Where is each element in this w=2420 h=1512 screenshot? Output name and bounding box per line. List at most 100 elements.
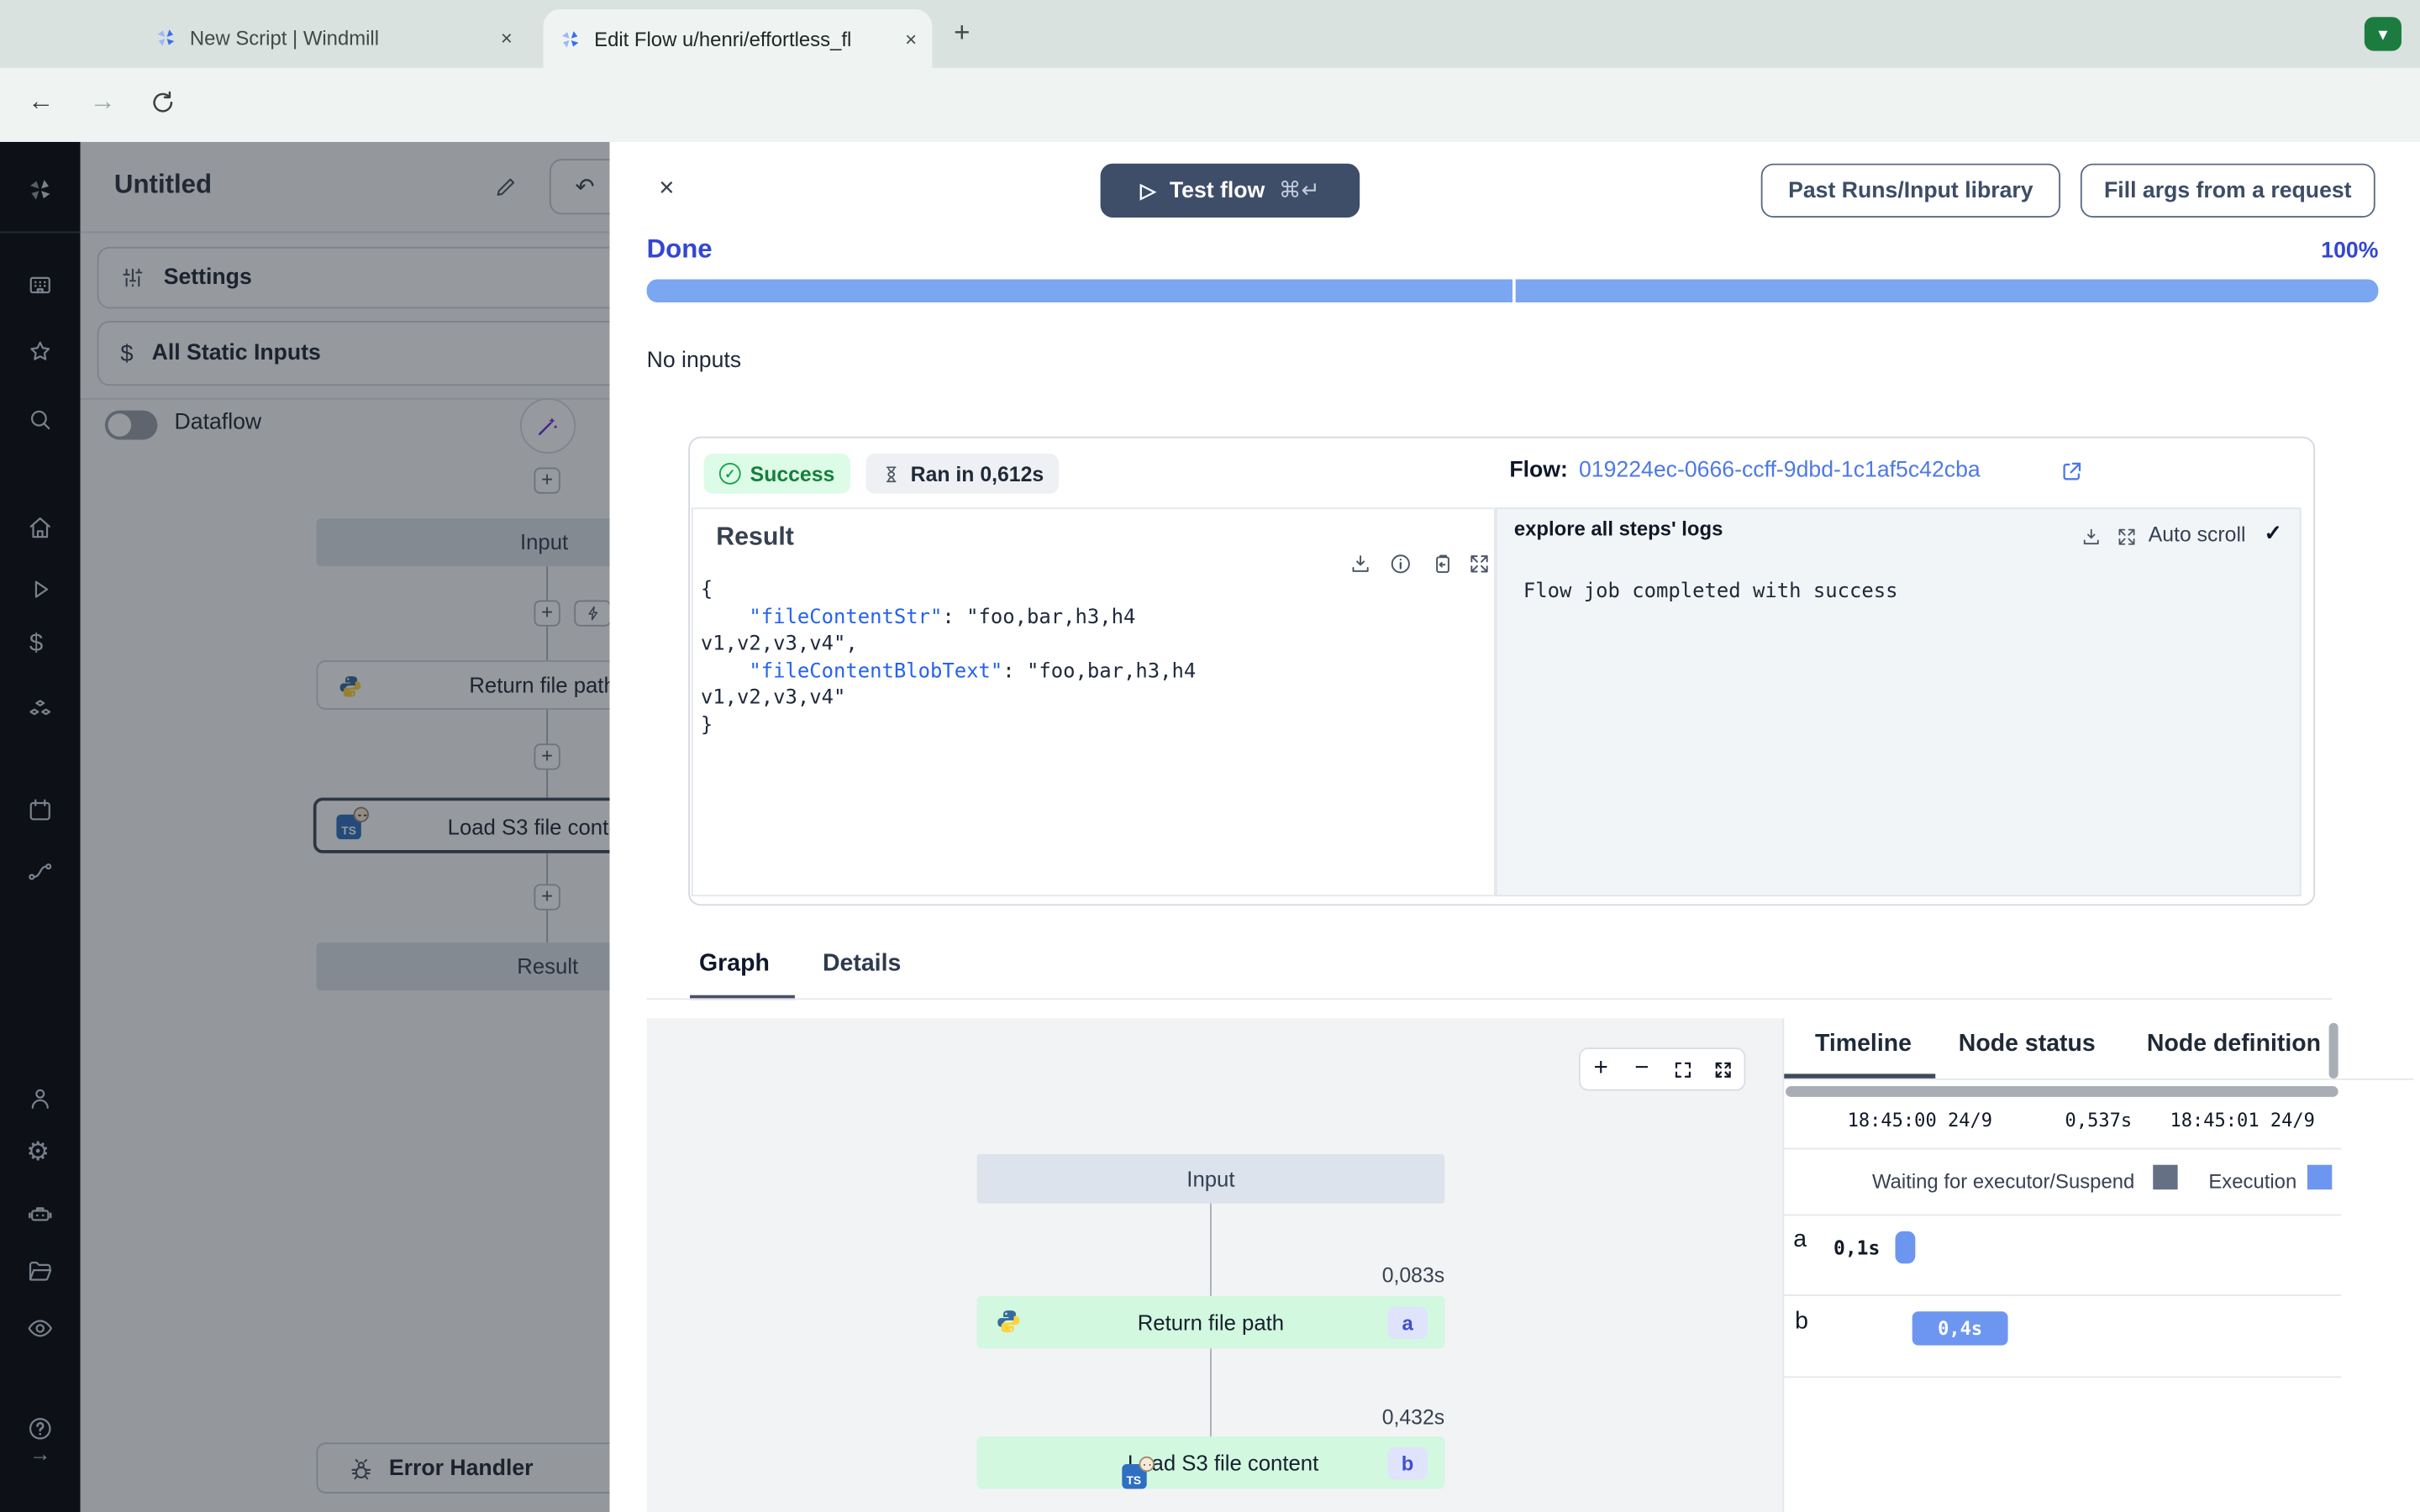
json-key: "fileContentStr" bbox=[749, 605, 943, 629]
divider bbox=[1784, 1294, 2342, 1296]
workers-robot-icon[interactable] bbox=[26, 1200, 54, 1228]
graph-step-a-label: Return file path bbox=[1137, 1310, 1285, 1335]
json-value: : "foo,bar,h3,h4 bbox=[942, 605, 1136, 629]
test-flow-label: Test flow bbox=[1169, 178, 1265, 203]
close-drawer-button[interactable]: × bbox=[659, 173, 674, 204]
browser-toolbar: ← → app.windmill.dev/flows/edit/u/henri/… bbox=[0, 67, 2420, 197]
result-json: { "fileContentStr": "foo,bar,h3,h4 v1,v2,… bbox=[701, 577, 1196, 739]
progress-step-divider bbox=[1512, 279, 1516, 302]
step-a-id-badge: a bbox=[1387, 1306, 1428, 1340]
graph-zoom-controls: + − bbox=[1578, 1047, 1746, 1091]
fit-view-button[interactable] bbox=[1662, 1049, 1703, 1089]
timeline-scrollbar-horizontal[interactable] bbox=[1786, 1086, 2338, 1097]
tab-details[interactable]: Details bbox=[823, 950, 901, 978]
autoscroll-checkbox[interactable]: ✓ bbox=[2264, 520, 2282, 546]
forward-button[interactable]: → bbox=[90, 87, 116, 118]
timeline-start-time: 18:45:00 24/9 bbox=[1847, 1109, 1993, 1131]
zoom-in-button[interactable]: + bbox=[1581, 1049, 1622, 1089]
graph-step-a-node[interactable]: Return file path a bbox=[976, 1295, 1445, 1349]
play-icon: ▷ bbox=[1139, 178, 1156, 202]
windmill-favicon bbox=[561, 30, 579, 47]
json-brace: } bbox=[700, 713, 713, 738]
users-person-icon[interactable] bbox=[26, 1084, 54, 1112]
viewport: New Script | Windmill × Edit Flow u/henr… bbox=[0, 0, 2420, 1512]
result-panel: Result { "fileContentStr": "foo,bar,h3,h… bbox=[691, 507, 1496, 897]
legend-waiting-label: Waiting for executor/Suspend bbox=[1871, 1169, 2135, 1193]
divider bbox=[1784, 1078, 2414, 1080]
settings-gear-icon[interactable]: ⚙ bbox=[26, 1137, 50, 1168]
success-badge: ✓ Success bbox=[703, 453, 850, 494]
back-button[interactable]: ← bbox=[28, 87, 54, 118]
graph-input-node[interactable]: Input bbox=[976, 1153, 1445, 1204]
logs-content: Flow job completed with success bbox=[1523, 580, 1898, 604]
graph-edge bbox=[1209, 1203, 1212, 1296]
workspace-icon[interactable] bbox=[26, 271, 54, 299]
home-icon[interactable] bbox=[26, 514, 54, 542]
divider bbox=[1784, 1147, 2342, 1150]
download-result-icon[interactable] bbox=[1349, 553, 1372, 576]
info-icon[interactable] bbox=[1389, 553, 1413, 576]
refresh-button[interactable] bbox=[148, 88, 177, 118]
external-link-icon[interactable] bbox=[2060, 459, 2084, 483]
resources-cubes-icon[interactable] bbox=[26, 697, 54, 725]
search-icon[interactable] bbox=[26, 406, 54, 433]
tab-timeline[interactable]: Timeline bbox=[1815, 1031, 1912, 1058]
browser-tab-new-script[interactable]: New Script | Windmill × bbox=[139, 13, 528, 62]
tab-node-definition[interactable]: Node definition bbox=[2147, 1031, 2321, 1058]
shortcut-hint: ⌘↵ bbox=[1278, 178, 1320, 203]
expand-graph-button[interactable] bbox=[1703, 1049, 1744, 1089]
help-icon[interactable] bbox=[26, 1415, 54, 1442]
favorites-star-icon[interactable] bbox=[26, 338, 54, 365]
timeline-row-a-label: a bbox=[1793, 1226, 1807, 1253]
modal-backdrop bbox=[80, 141, 610, 1512]
timeline-scrollbar-vertical[interactable] bbox=[2328, 1022, 2338, 1079]
legend-waiting-swatch bbox=[2153, 1164, 2178, 1190]
expand-logs-icon[interactable] bbox=[2116, 526, 2138, 548]
new-tab-button[interactable]: + bbox=[954, 17, 970, 50]
no-inputs-text: No inputs bbox=[646, 349, 742, 374]
copy-clipboard-icon[interactable] bbox=[1431, 553, 1455, 576]
flow-id-link[interactable]: 019224ec-0666-ccff-9dbd-1c1af5c42cba bbox=[1579, 459, 1981, 483]
schedules-calendar-icon[interactable] bbox=[26, 796, 54, 824]
audit-eye-icon[interactable] bbox=[26, 1315, 54, 1342]
graph-input-label: Input bbox=[1186, 1166, 1235, 1191]
runs-play-icon[interactable] bbox=[26, 575, 54, 603]
tab-graph[interactable]: Graph bbox=[699, 950, 770, 978]
test-flow-drawer: × ▷ Test flow ⌘↵ Past Runs/Input library… bbox=[609, 141, 2420, 1512]
graph-step-b-label: Load S3 file content bbox=[1127, 1450, 1319, 1475]
divider bbox=[0, 231, 81, 234]
json-value: : "foo,bar,h3,h4 bbox=[1002, 659, 1197, 683]
tab-search-chevron-icon[interactable]: ▾ bbox=[2364, 17, 2402, 51]
past-runs-button[interactable]: Past Runs/Input library bbox=[1760, 163, 2061, 218]
graph-edge bbox=[1209, 1348, 1212, 1438]
json-key: "fileContentBlobText" bbox=[749, 659, 1003, 683]
timeline-row-a-bar bbox=[1895, 1231, 1916, 1264]
logs-title: explore all steps' logs bbox=[1513, 517, 1723, 540]
browser-tab-edit-flow[interactable]: Edit Flow u/henri/effortless_fl × bbox=[543, 9, 933, 68]
timeline-row-b-bar: 0,4s bbox=[1912, 1311, 2008, 1346]
expand-graph-icon bbox=[1716, 1061, 1732, 1077]
variables-dollar-icon[interactable]: $ bbox=[29, 631, 43, 659]
timeline-row-b-duration: 0,4s bbox=[1938, 1317, 1983, 1340]
zoom-out-button[interactable]: − bbox=[1621, 1049, 1662, 1089]
expand-result-icon[interactable] bbox=[1468, 553, 1491, 576]
graph-step-b-node[interactable]: TS Load S3 file content b bbox=[976, 1436, 1445, 1489]
run-graph-canvas[interactable]: + − Input 0,083s Return file path a 0,43… bbox=[646, 1018, 1783, 1512]
collapse-sidebar-arrow-icon[interactable]: → bbox=[29, 1441, 51, 1466]
close-tab-icon[interactable]: × bbox=[905, 27, 917, 50]
autoscroll-label: Auto scroll bbox=[2148, 522, 2246, 547]
download-logs-icon[interactable] bbox=[2081, 526, 2102, 548]
routes-icon[interactable] bbox=[26, 858, 54, 885]
duration-badge: Ran in 0,612s bbox=[865, 453, 1060, 494]
result-title: Result bbox=[716, 522, 794, 551]
windmill-favicon bbox=[157, 29, 175, 45]
close-tab-icon[interactable]: × bbox=[501, 25, 513, 49]
step-b-duration: 0,432s bbox=[1381, 1405, 1445, 1429]
folders-icon[interactable] bbox=[26, 1257, 54, 1285]
test-flow-button[interactable]: ▷ Test flow ⌘↵ bbox=[1100, 163, 1360, 218]
windmill-logo-icon[interactable] bbox=[26, 176, 54, 203]
fill-args-button[interactable]: Fill args from a request bbox=[2080, 163, 2375, 218]
json-value: v1,v2,v3,v4", bbox=[700, 633, 858, 656]
tab-node-status[interactable]: Node status bbox=[1959, 1031, 2096, 1058]
